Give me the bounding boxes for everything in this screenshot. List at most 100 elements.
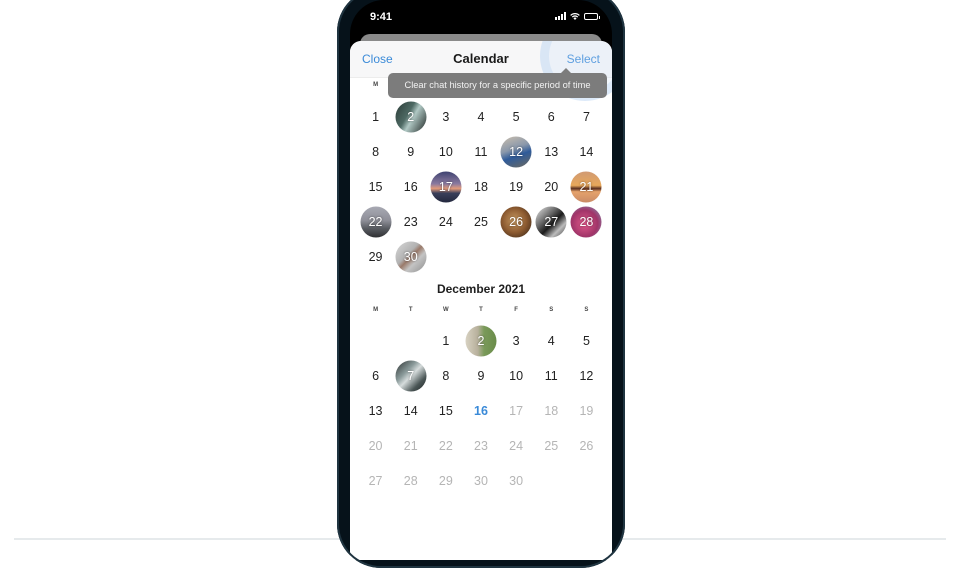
day-cell-with-media[interactable]: 22 — [358, 204, 393, 239]
weekday-label: T — [408, 307, 413, 313]
day-cell[interactable]: 1 — [358, 99, 393, 134]
day-cell[interactable]: 12 — [569, 358, 604, 393]
month-title: December 2021 — [436, 282, 526, 296]
day-number: 11 — [544, 368, 558, 383]
day-cell[interactable]: 10 — [428, 134, 463, 169]
day-cell-with-media[interactable]: 17 — [428, 169, 463, 204]
day-number: 7 — [582, 109, 590, 124]
empty-day-cell — [393, 323, 428, 358]
day-cell[interactable]: 23 — [393, 204, 428, 239]
day-cell[interactable]: 19 — [499, 169, 534, 204]
day-cell[interactable]: 5 — [569, 323, 604, 358]
day-number: 3 — [512, 333, 520, 348]
day-number: 24 — [509, 438, 524, 453]
day-number: 13 — [544, 144, 559, 159]
day-number: 19 — [579, 403, 594, 418]
day-cell[interactable]: 13 — [358, 393, 393, 428]
day-number: 28 — [403, 473, 418, 488]
day-number: 2 — [407, 109, 415, 124]
day-cell[interactable]: 8 — [428, 358, 463, 393]
day-number: 22 — [438, 438, 453, 453]
day-cell[interactable]: 7 — [569, 99, 604, 134]
day-cell-with-media[interactable]: 21 — [569, 169, 604, 204]
day-cell[interactable]: 4 — [463, 99, 498, 134]
day-number: 30 — [509, 473, 524, 488]
day-cell-with-media[interactable]: 26 — [499, 204, 534, 239]
day-cell: 30 — [463, 463, 498, 498]
battery-icon — [584, 12, 600, 20]
day-cell[interactable]: 24 — [428, 204, 463, 239]
day-cell[interactable]: 8 — [358, 134, 393, 169]
day-cell: 22 — [428, 428, 463, 463]
day-cell[interactable]: 15 — [428, 393, 463, 428]
weekday-label: S — [584, 307, 589, 313]
day-cell[interactable]: 1 — [428, 323, 463, 358]
day-number: 29 — [368, 249, 383, 264]
day-number: 28 — [579, 214, 594, 229]
day-cell[interactable]: 3 — [428, 99, 463, 134]
day-number: 18 — [544, 403, 559, 418]
day-cell[interactable]: 18 — [463, 169, 498, 204]
day-cell[interactable]: 6 — [358, 358, 393, 393]
weekday-header: M T W T F S S — [358, 307, 604, 313]
day-cell-with-media[interactable]: 2 — [463, 323, 498, 358]
day-cell-with-media[interactable]: 27 — [534, 204, 569, 239]
day-cell-with-media[interactable]: 7 — [393, 358, 428, 393]
day-cell[interactable]: 5 — [499, 99, 534, 134]
status-icons — [555, 12, 600, 20]
day-number: 12 — [579, 368, 594, 383]
day-cell[interactable]: 14 — [569, 134, 604, 169]
day-cell[interactable]: 3 — [499, 323, 534, 358]
day-cell: 21 — [393, 428, 428, 463]
day-number: 23 — [474, 438, 488, 453]
status-time: 9:41 — [370, 11, 393, 23]
day-cell[interactable]: 11 — [534, 358, 569, 393]
day-cell: 27 — [358, 463, 393, 498]
day-number: 21 — [403, 438, 418, 453]
day-number: 2 — [477, 333, 485, 348]
select-button[interactable]: Select — [567, 52, 600, 66]
day-cell-today[interactable]: 16 — [463, 393, 498, 428]
day-number: 19 — [509, 179, 524, 194]
day-cell[interactable]: 9 — [463, 358, 498, 393]
weekday-label: M — [373, 307, 379, 313]
day-cell[interactable]: 20 — [534, 169, 569, 204]
day-cell[interactable]: 16 — [393, 169, 428, 204]
day-number: 5 — [582, 333, 590, 348]
day-cell: 17 — [499, 393, 534, 428]
day-number: 8 — [442, 368, 450, 383]
day-number: 15 — [438, 403, 453, 418]
day-number: 10 — [509, 368, 524, 383]
day-number: 3 — [442, 109, 450, 124]
day-cell[interactable]: 9 — [393, 134, 428, 169]
day-cell[interactable]: 13 — [534, 134, 569, 169]
day-cell-with-media[interactable]: 12 — [499, 134, 534, 169]
day-cell[interactable]: 25 — [463, 204, 498, 239]
day-number: 15 — [368, 179, 383, 194]
day-cell[interactable]: 10 — [499, 358, 534, 393]
day-cell[interactable]: 29 — [358, 239, 393, 274]
day-number: 6 — [547, 109, 555, 124]
day-number: 26 — [579, 438, 594, 453]
day-cell-with-media[interactable]: 30 — [393, 239, 428, 274]
day-cell-with-media[interactable]: 28 — [569, 204, 604, 239]
day-number: 5 — [512, 109, 520, 124]
day-number: 14 — [403, 403, 418, 418]
day-cell: 26 — [569, 428, 604, 463]
day-number: 17 — [438, 179, 453, 194]
day-cell-with-media[interactable]: 2 — [393, 99, 428, 134]
day-cell[interactable]: 6 — [534, 99, 569, 134]
weekday-label: S — [549, 307, 554, 313]
month-grid: 1 2 3 4 5 6 7 8 9 10 11 12 13 14 15 16 17 18 19 20 21 22 23 24 2… — [358, 323, 604, 498]
day-cell[interactable]: 14 — [393, 393, 428, 428]
month-grid: 1 2 3 4 5 6 7 8 9 10 11 12 13 14 15 16 17 18 19 20 21 22 23 24 2… — [358, 99, 604, 274]
day-number: 4 — [547, 333, 555, 348]
day-number: 10 — [438, 144, 453, 159]
phone-screen: 9:41 Close Calendar Select M 1 2 3 4 5 6 7 8 9 10… — [350, 0, 612, 560]
day-number: 12 — [509, 144, 524, 159]
day-cell[interactable]: 4 — [534, 323, 569, 358]
day-cell[interactable]: 11 — [463, 134, 498, 169]
day-number: 30 — [474, 473, 488, 488]
day-cell[interactable]: 15 — [358, 169, 393, 204]
day-number: 24 — [438, 214, 453, 229]
